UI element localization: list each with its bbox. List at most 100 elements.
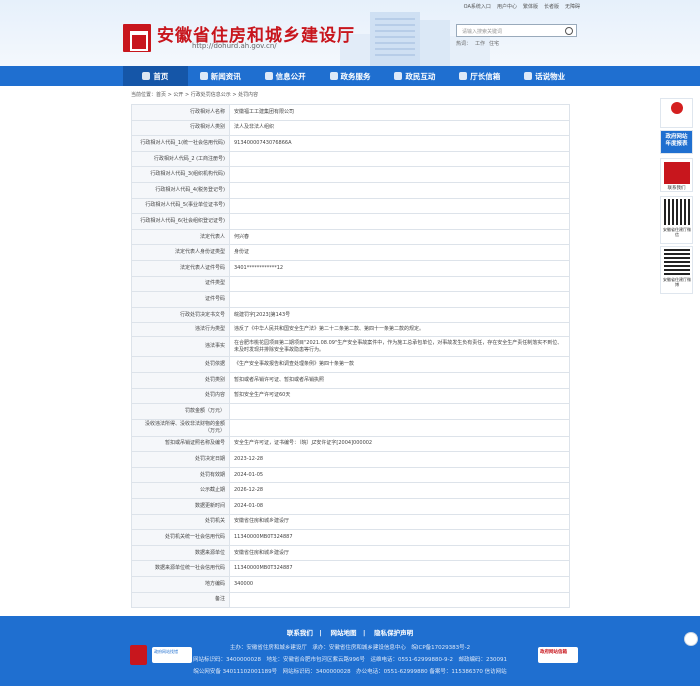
field-label: 行政相对人代码_6(社会组织登记证号) [131, 213, 230, 230]
footer-host-info: 主办：安徽省住房和城乡建设厅 承办：安徽省住房和城乡建设信息中心 皖ICP备17… [229, 645, 471, 651]
table-row: 行政相对人名称 安徽福工工建集团有限公司 [131, 104, 570, 121]
field-label: 处罚依据 [131, 356, 230, 373]
field-label: 法定代表人 [131, 228, 230, 246]
table-row: 数据来源单位 安徽省住房和城乡建设厅 [131, 544, 570, 562]
field-label: 法定代表人证件号码 [131, 259, 230, 277]
top-link-elder[interactable]: 长者版 [544, 3, 559, 10]
field-label: 数据更新时间 [131, 498, 230, 515]
nav-interaction[interactable]: 政民互动 [382, 66, 447, 86]
field-value [229, 591, 570, 609]
field-value: 91340000743076866A [229, 135, 570, 152]
service-icon [329, 72, 338, 80]
table-row: 处罚内容 暂扣安全生产许可证60天 [131, 387, 570, 405]
top-link-traditional[interactable]: 繁体版 [523, 3, 538, 10]
site-logo[interactable] [123, 24, 151, 52]
table-row: 违法行为类型 违反了《中华人民共和国安全生产法》第二十二条第二款、第四十一条第二款… [131, 322, 570, 338]
field-value: 身份证 [229, 244, 570, 261]
table-row: 证件类型 [131, 275, 570, 293]
table-row: 违法事实 在合肥市桃花园项目第二期项目"2021.08.09"生产安全事故案件中，… [131, 336, 570, 358]
field-value: 11340000MB0T324887 [229, 529, 570, 546]
table-row: 行政相对人代码_4(税务登记号) [131, 181, 570, 199]
field-label: 地方编码 [131, 576, 230, 593]
chat-icon [524, 72, 533, 80]
field-value: 340000 [229, 576, 570, 593]
footer-link-privacy[interactable]: 隐私保护声明 [374, 629, 413, 637]
hotword-link[interactable]: 工作 [475, 40, 485, 47]
table-row: 法定代表人身份证类型 身份证 [131, 244, 570, 261]
table-row: 处罚有效期 2024-01-05 [131, 466, 570, 484]
nav-property[interactable]: 话说物业 [512, 66, 577, 86]
gov-error-badge-icon[interactable] [130, 645, 147, 665]
table-row: 数据来源单位统一社会信用代码 11340000MB0T324887 [131, 560, 570, 578]
search-icon[interactable] [565, 27, 573, 35]
gov-emblem-link[interactable] [660, 98, 693, 128]
hotword-link[interactable]: 住宅 [489, 40, 499, 47]
field-label: 法定代表人身份证类型 [131, 244, 230, 261]
field-value [229, 213, 570, 230]
field-value: 暂扣或者吊销许可证、暂扣或者吊销执照 [229, 371, 570, 389]
field-label: 行政相对人代码_2 (工商注册号) [131, 150, 230, 168]
field-label: 行政相对人代码_5(事业单位证书号) [131, 197, 230, 215]
field-label: 备注 [131, 591, 230, 609]
field-value: 安徽省住房和城乡建设厅 [229, 513, 570, 531]
nav-news[interactable]: 新闻资讯 [188, 66, 253, 86]
table-row: 行政处罚决定书文号 皖建罚字[2023]第143号 [131, 306, 570, 324]
field-label: 行政处罚决定书文号 [131, 306, 230, 324]
table-row: 法定代表人 何兴春 [131, 228, 570, 246]
field-value: 2024-01-05 [229, 466, 570, 484]
gov-mailbox-badge[interactable]: 政府网站信箱 [538, 647, 578, 663]
table-row: 数据更新时间 2024-01-08 [131, 498, 570, 515]
field-label: 处罚有效期 [131, 466, 230, 484]
field-label: 公示截止期 [131, 482, 230, 500]
field-label: 违法行为类型 [131, 322, 230, 338]
main-nav: 首页 新闻资讯 信息公开 政务服务 政民互动 厅长信箱 话说物业 [0, 66, 700, 86]
field-label: 处罚机关统一社会信用代码 [131, 529, 230, 546]
footer-link-sitemap[interactable]: 网站地图 [331, 629, 357, 637]
field-value: 《生产安全事故报告和调查处理条例》第四十条第一款 [229, 356, 570, 373]
field-value [229, 403, 570, 420]
field-label: 行政相对人类别 [131, 119, 230, 137]
top-link-oa[interactable]: OA系统入口 [464, 3, 491, 10]
penalty-detail-table: 行政相对人名称 安徽福工工建集团有限公司 行政相对人类别 法人及非法人组织 行政相对人代… [131, 104, 570, 609]
hotwords-label: 热词： [456, 41, 472, 47]
nav-gov-service[interactable]: 政务服务 [318, 66, 383, 86]
site-header: OA系统入口 用户中心 繁体版 长者版 无障碍 安徽省住房和城乡建设厅 http… [0, 0, 700, 66]
nav-director-mailbox[interactable]: 厅长信箱 [447, 66, 512, 86]
qr-code-icon [664, 199, 690, 225]
table-row: 地方编码 340000 [131, 576, 570, 593]
field-label: 行政相对人名称 [131, 104, 230, 121]
field-value: 安全生产许可证，证书编号：（皖）JZ安许证字[2004]000002 [229, 435, 570, 453]
field-value [229, 291, 570, 308]
hotwords: 热词： 工作 住宅 [456, 40, 499, 47]
field-value [229, 197, 570, 215]
top-link-accessibility[interactable]: 无障碍 [565, 3, 580, 10]
field-value: 安徽福工工建集团有限公司 [229, 104, 570, 121]
field-value: 皖建罚字[2023]第143号 [229, 306, 570, 324]
contact-us-link[interactable]: 联系我们 [660, 158, 693, 192]
footer-address-info: 网站标识码：3400000028 地址：安徽省合肥市包河区紫云路996号 运维电… [193, 657, 507, 663]
field-label: 证件类型 [131, 275, 230, 293]
field-value: 11340000MB0T324887 [229, 560, 570, 578]
field-label: 行政相对人代码_3(组织机构代码) [131, 166, 230, 183]
table-row: 行政相对人类别 法人及非法人组织 [131, 119, 570, 137]
nav-info-public[interactable]: 信息公开 [253, 66, 318, 86]
field-label: 违法事实 [131, 336, 230, 358]
accessibility-float-icon[interactable] [684, 632, 698, 646]
gov-report-link[interactable]: 政府网站年度报表 [660, 130, 693, 154]
top-link-user[interactable]: 用户中心 [497, 3, 517, 10]
table-row: 备注 [131, 591, 570, 609]
field-value [229, 181, 570, 199]
field-value: 2023-12-28 [229, 451, 570, 468]
home-icon [142, 72, 151, 80]
field-value: 何兴春 [229, 228, 570, 246]
footer-link-contact[interactable]: 联系我们 [287, 629, 313, 637]
field-label: 处罚机关 [131, 513, 230, 531]
table-row: 行政相对人代码_1(统一社会信用代码) 91340000743076866A [131, 135, 570, 152]
top-links: OA系统入口 用户中心 繁体版 长者版 无障碍 [464, 3, 580, 10]
search-input[interactable]: 请输入搜索关键词 [456, 24, 577, 37]
field-value: 2026-12-28 [229, 482, 570, 500]
info-icon [264, 72, 273, 80]
nav-home[interactable]: 首页 [123, 66, 188, 86]
accessibility-badge[interactable]: 政府网站找错 [152, 647, 192, 663]
table-row: 罚款金额（万元） [131, 403, 570, 420]
